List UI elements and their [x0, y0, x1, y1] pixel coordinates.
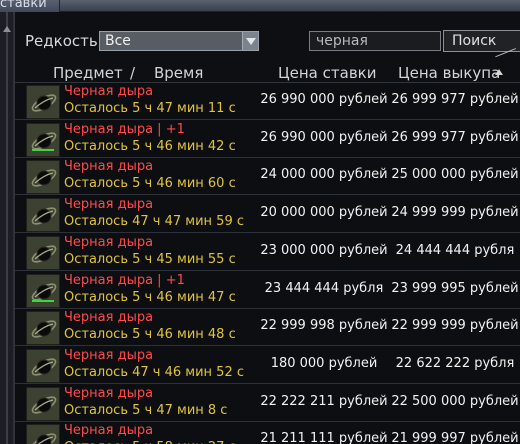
black-hole-artifact-icon — [26, 236, 60, 270]
table-row[interactable]: Черная дыра | +1 Осталось 5 ч 46 мин 47 с… — [15, 272, 520, 309]
black-hole-artifact-icon — [26, 424, 60, 444]
item-name: Черная дыра — [64, 84, 154, 99]
black-hole-artifact-icon — [26, 311, 60, 345]
window-title: ставки — [0, 0, 60, 12]
table-row[interactable]: Черная дыра Осталось 5 ч 46 мин 48 с 22 99… — [15, 309, 520, 346]
buyout-price: 22 999 999 рублей — [391, 318, 519, 333]
column-header: Предмет / Время Цена ставки Цена выкупа — [15, 62, 520, 82]
item-name: Черная дыра — [64, 348, 154, 363]
bid-price: 23 000 000 рублей — [260, 243, 388, 258]
lot-list: Черная дыра Осталось 5 ч 47 мин 11 с 26 99… — [15, 83, 520, 444]
time-left: Осталось 5 ч 46 мин 48 с — [64, 327, 236, 342]
table-row[interactable]: Черная дыра Осталось 5 ч 45 мин 55 с 23 00… — [15, 234, 520, 271]
rarity-selected-value: Все — [105, 33, 131, 49]
search-button[interactable]: Поиск — [443, 30, 520, 52]
time-left: Осталось 5 ч 46 мин 60 с — [64, 176, 236, 191]
black-hole-artifact-icon — [26, 387, 60, 421]
item-name: Черная дыра — [64, 423, 154, 438]
buyout-price: 26 999 977 рублей — [391, 92, 519, 107]
black-hole-artifact-icon — [26, 85, 60, 119]
bid-price: 180 000 рублей — [270, 356, 378, 371]
bid-price: 21 211 111 рублей — [260, 431, 388, 444]
buyout-price: 22 622 222 рубля — [395, 356, 515, 371]
table-row[interactable]: Черная дыра Осталось 47 ч 46 мин 52 с 180 … — [15, 347, 520, 384]
rarity-dropdown[interactable]: Все — [99, 31, 259, 51]
column-item[interactable]: Предмет — [53, 64, 123, 82]
time-left: Осталось 5 ч 47 мин 11 с — [64, 101, 236, 116]
time-left: Осталось 5 ч 58 мин 27 с — [64, 440, 236, 444]
dropdown-arrow-icon[interactable] — [242, 32, 258, 50]
buyout-price: 24 999 999 рублей — [391, 205, 519, 220]
scroll-up-icon[interactable] — [3, 26, 11, 32]
left-scroll-rail[interactable] — [0, 12, 14, 444]
black-hole-artifact-icon — [26, 198, 60, 232]
time-left: Осталось 5 ч 46 мин 47 с — [64, 290, 236, 305]
bid-price: 26 990 000 рублей — [260, 130, 388, 145]
time-left: Осталось 5 ч 47 мин 8 с — [64, 403, 228, 418]
rarity-label: Редкость — [25, 32, 98, 50]
item-name: Черная дыра — [64, 386, 154, 401]
column-separator: / — [130, 64, 136, 82]
auction-panel: Редкость Все Поиск Предмет / Время Цена … — [14, 12, 520, 444]
black-hole-artifact-icon — [26, 123, 60, 157]
table-row[interactable]: Черная дыра Осталось 5 ч 58 мин 27 с 21 21… — [15, 422, 520, 444]
black-hole-artifact-icon — [26, 160, 60, 194]
item-name: Черная дыра — [64, 197, 154, 212]
buyout-price: 24 444 444 рубля — [395, 243, 515, 258]
filter-bar: Редкость Все Поиск — [15, 18, 520, 54]
rail-track — [6, 12, 8, 444]
bid-price: 23 444 444 рубля — [264, 281, 384, 296]
buyout-price: 21 999 997 рублей — [391, 431, 519, 444]
item-name: Черная дыра | +1 — [64, 273, 185, 288]
bid-price: 22 999 998 рублей — [260, 318, 388, 333]
table-row[interactable]: Черная дыра Осталось 5 ч 46 мин 60 с 24 00… — [15, 158, 520, 195]
black-hole-artifact-icon — [26, 349, 60, 383]
item-name: Черная дыра — [64, 310, 154, 325]
time-left: Осталось 47 ч 47 мин 59 с — [64, 214, 244, 229]
table-row[interactable]: Черная дыра Осталось 47 ч 47 мин 59 с 20 0… — [15, 196, 520, 233]
table-row[interactable]: Черная дыра Осталось 5 ч 47 мин 8 с 22 222… — [15, 385, 520, 422]
item-name: Черная дыра | +1 — [64, 122, 185, 137]
black-hole-artifact-icon — [26, 274, 60, 308]
sort-ascending-icon[interactable] — [495, 69, 503, 75]
bid-price: 26 990 000 рублей — [260, 92, 388, 107]
buyout-price: 22 500 000 рублей — [391, 394, 519, 409]
time-left: Осталось 47 ч 46 мин 52 с — [64, 365, 244, 380]
durability-bar — [32, 300, 54, 302]
column-buyout-price[interactable]: Цена выкупа — [398, 64, 500, 82]
item-name: Черная дыра — [64, 235, 154, 250]
bid-price: 22 222 211 рублей — [260, 394, 388, 409]
time-left: Осталось 5 ч 45 мин 55 с — [64, 252, 236, 267]
search-input[interactable] — [309, 31, 441, 51]
durability-bar — [32, 149, 54, 151]
buyout-price: 25 000 000 рублей — [391, 167, 519, 182]
buyout-price: 26 999 977 рублей — [391, 130, 519, 145]
table-row[interactable]: Черная дыра Осталось 5 ч 47 мин 11 с 26 99… — [15, 83, 520, 120]
table-row[interactable]: Черная дыра | +1 Осталось 5 ч 46 мин 42 с… — [15, 121, 520, 158]
bid-price: 24 000 000 рублей — [260, 167, 388, 182]
item-name: Черная дыра — [64, 159, 154, 174]
window-titlebar: ставки — [0, 0, 520, 12]
column-time[interactable]: Время — [154, 64, 203, 82]
buyout-price: 23 999 995 рублей — [391, 281, 519, 296]
bid-price: 20 000 000 рублей — [260, 205, 388, 220]
column-bid-price[interactable]: Цена ставки — [278, 64, 376, 82]
time-left: Осталось 5 ч 46 мин 42 с — [64, 139, 236, 154]
